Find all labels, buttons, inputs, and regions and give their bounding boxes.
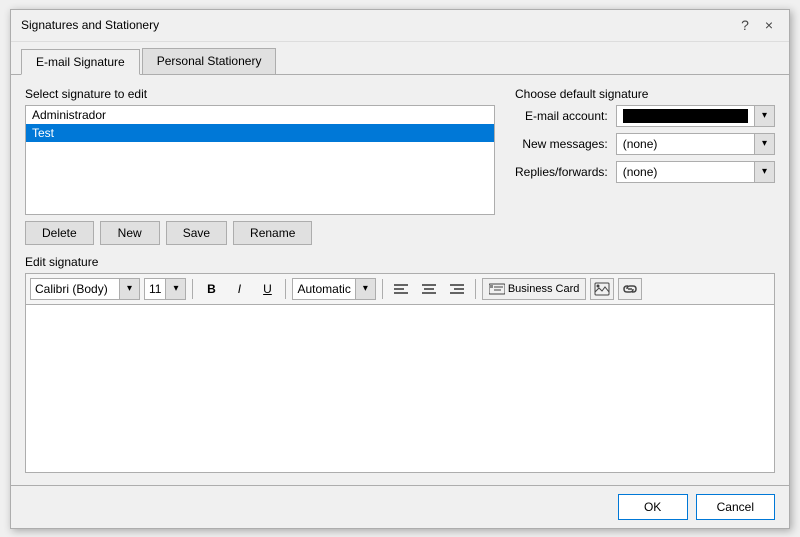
- align-center-icon: [422, 283, 436, 295]
- title-bar: Signatures and Stationery ? ×: [11, 10, 789, 42]
- color-arrow[interactable]: ▾: [355, 279, 375, 299]
- replies-label: Replies/forwards:: [515, 165, 608, 179]
- align-right-icon: [450, 283, 464, 295]
- business-card-label: Business Card: [508, 283, 580, 295]
- new-messages-select[interactable]: (none) ▾: [616, 133, 775, 155]
- business-card-button[interactable]: Business Card: [482, 278, 587, 300]
- italic-button[interactable]: I: [227, 278, 251, 300]
- dialog-body: Select signature to edit Administrador T…: [11, 75, 789, 485]
- select-sig-label: Select signature to edit: [25, 87, 495, 101]
- font-arrow[interactable]: ▾: [119, 279, 139, 299]
- new-button[interactable]: New: [100, 221, 160, 245]
- font-size: 11: [145, 282, 165, 296]
- insert-image-button[interactable]: [590, 278, 614, 300]
- sep3: [382, 279, 383, 299]
- bold-button[interactable]: B: [199, 278, 223, 300]
- top-section: Select signature to edit Administrador T…: [25, 87, 775, 245]
- rename-button[interactable]: Rename: [233, 221, 312, 245]
- dialog-footer: OK Cancel: [11, 485, 789, 528]
- ok-button[interactable]: OK: [618, 494, 688, 520]
- new-messages-value: (none): [617, 137, 754, 151]
- sig-list-container[interactable]: Administrador Test: [25, 105, 495, 215]
- size-select[interactable]: 11 ▾: [144, 278, 186, 300]
- save-button[interactable]: Save: [166, 221, 227, 245]
- edit-area[interactable]: [25, 304, 775, 473]
- align-left-icon: [394, 283, 408, 295]
- sig-item-administrador[interactable]: Administrador: [26, 106, 494, 124]
- replies-value: (none): [617, 165, 754, 179]
- email-account-value: [623, 109, 748, 123]
- edit-sig-toolbar: Calibri (Body) ▾ 11 ▾ B I U Automatic: [25, 273, 775, 304]
- dialog: Signatures and Stationery ? × E-mail Sig…: [10, 9, 790, 529]
- sep1: [192, 279, 193, 299]
- select-sig-panel: Select signature to edit Administrador T…: [25, 87, 495, 245]
- align-center-button[interactable]: [417, 278, 441, 300]
- insert-image-icon: [594, 282, 610, 296]
- default-sig-grid: E-mail account: ▾ New messages: (none) ▾…: [515, 105, 775, 183]
- cancel-button[interactable]: Cancel: [696, 494, 775, 520]
- new-messages-arrow[interactable]: ▾: [754, 134, 774, 154]
- font-name: Calibri (Body): [31, 282, 119, 296]
- sig-item-test[interactable]: Test: [26, 124, 494, 142]
- align-right-button[interactable]: [445, 278, 469, 300]
- insert-hyperlink-button[interactable]: [618, 278, 642, 300]
- email-account-label: E-mail account:: [515, 109, 608, 123]
- sep4: [475, 279, 476, 299]
- tab-email-signature[interactable]: E-mail Signature: [21, 49, 140, 75]
- default-sig-label: Choose default signature: [515, 87, 775, 101]
- help-button[interactable]: ?: [735, 15, 755, 35]
- close-button[interactable]: ×: [759, 15, 779, 35]
- sig-buttons: Delete New Save Rename: [25, 221, 495, 245]
- edit-sig-label: Edit signature: [25, 255, 775, 269]
- business-card-icon: [489, 282, 505, 296]
- new-messages-label: New messages:: [515, 137, 608, 151]
- replies-arrow[interactable]: ▾: [754, 162, 774, 182]
- font-select[interactable]: Calibri (Body) ▾: [30, 278, 140, 300]
- email-account-select[interactable]: ▾: [616, 105, 775, 127]
- dialog-title: Signatures and Stationery: [21, 18, 159, 32]
- size-arrow[interactable]: ▾: [165, 279, 185, 299]
- align-left-button[interactable]: [389, 278, 413, 300]
- replies-select[interactable]: (none) ▾: [616, 161, 775, 183]
- color-name: Automatic: [293, 282, 354, 296]
- tab-bar: E-mail Signature Personal Stationery: [11, 42, 789, 75]
- email-account-arrow[interactable]: ▾: [754, 106, 774, 126]
- delete-button[interactable]: Delete: [25, 221, 94, 245]
- hyperlink-icon: [622, 282, 638, 296]
- sep2: [285, 279, 286, 299]
- edit-sig-section: Edit signature Calibri (Body) ▾ 11 ▾ B I: [25, 255, 775, 473]
- default-sig-panel: Choose default signature E-mail account:…: [515, 87, 775, 245]
- sig-list: Administrador Test: [26, 106, 494, 142]
- tab-personal-stationery[interactable]: Personal Stationery: [142, 48, 277, 74]
- underline-button[interactable]: U: [255, 278, 279, 300]
- title-controls: ? ×: [735, 15, 779, 35]
- color-select[interactable]: Automatic ▾: [292, 278, 375, 300]
